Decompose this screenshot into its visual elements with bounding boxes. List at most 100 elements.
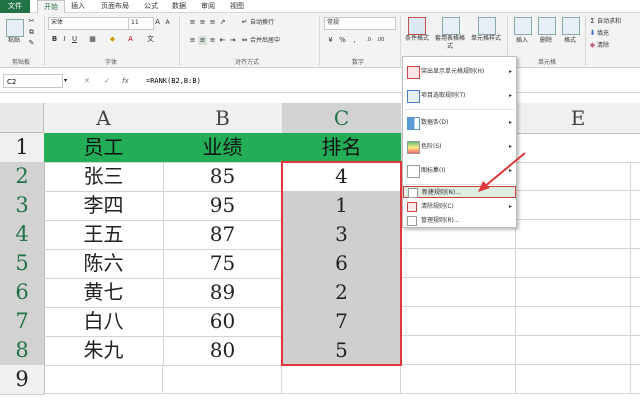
row-header-7[interactable]: 7 — [0, 307, 45, 337]
conditional-format-button[interactable]: 条件格式 — [402, 35, 432, 43]
delete-cells-button[interactable]: 删除 — [534, 37, 558, 45]
insert-cells-icon[interactable] — [514, 17, 532, 35]
table-format-icon[interactable] — [442, 17, 460, 35]
row-header-4[interactable]: 4 — [0, 220, 45, 250]
align-right-icon[interactable]: ≡ — [208, 36, 217, 45]
format-cells-icon[interactable] — [562, 17, 580, 35]
menu-item-data-bars[interactable]: 数据条(D) ▸ — [403, 112, 516, 134]
table-format-button[interactable]: 套用表格格式 — [434, 35, 466, 51]
cell-c1[interactable]: 排名 — [282, 133, 402, 163]
cell-b8[interactable]: 80 — [163, 336, 283, 366]
cell-a5[interactable]: 陈六 — [44, 249, 164, 279]
fill-color-icon[interactable]: ◆ — [108, 35, 117, 44]
paste-icon[interactable] — [6, 19, 24, 37]
decrease-font-icon[interactable]: A — [163, 18, 172, 27]
cell-e1[interactable] — [516, 133, 640, 163]
accounting-format-icon[interactable]: ¥ — [326, 36, 335, 45]
cell-b7[interactable]: 60 — [163, 307, 283, 337]
decrease-decimal-icon[interactable]: .00 — [376, 36, 385, 45]
cell-a8[interactable]: 朱九 — [44, 336, 164, 366]
cell-style-button[interactable]: 单元格样式 — [468, 35, 504, 43]
select-all-corner[interactable] — [0, 103, 44, 133]
enter-icon[interactable]: ✓ — [104, 74, 110, 88]
fill-icon[interactable]: ⬇ — [588, 29, 597, 38]
percent-icon[interactable]: % — [338, 36, 347, 45]
underline-icon[interactable]: U — [70, 35, 79, 44]
decrease-indent-icon[interactable]: ⇤ — [218, 36, 227, 45]
align-middle-icon[interactable]: ≡ — [198, 18, 207, 27]
orientation-icon[interactable]: ↗ — [218, 18, 227, 27]
cell-a2[interactable]: 张三 — [44, 162, 164, 192]
number-format-select[interactable]: 常规 — [324, 17, 396, 30]
cell-b5[interactable]: 75 — [163, 249, 283, 279]
cell-b1[interactable]: 业绩 — [163, 133, 283, 163]
font-name-select[interactable]: 宋体 — [48, 17, 130, 30]
cancel-icon[interactable]: ✕ — [84, 74, 90, 88]
format-cells-button[interactable]: 格式 — [558, 37, 582, 45]
align-bottom-icon[interactable]: ≡ — [208, 18, 217, 27]
clear-button[interactable]: 清除 — [597, 42, 637, 50]
row-header-1[interactable]: 1 — [0, 133, 45, 163]
col-header-e[interactable]: E — [516, 103, 640, 134]
col-header-a[interactable]: A — [44, 103, 164, 134]
tab-data[interactable]: 数据 — [167, 0, 191, 13]
cell-a1[interactable]: 员工 — [44, 133, 164, 163]
menu-item-manage-rules[interactable]: 管理规则(R)... — [403, 214, 516, 227]
bold-icon[interactable]: B — [50, 35, 59, 44]
cell-b3[interactable]: 95 — [163, 191, 283, 221]
empty-row-9[interactable] — [44, 365, 401, 394]
font-color-icon[interactable]: A — [126, 35, 135, 44]
formula-input[interactable]: =RANK(B2,B:B) — [146, 74, 201, 88]
tab-file[interactable]: 文件 — [0, 0, 30, 13]
tab-page-layout[interactable]: 页面布局 — [94, 0, 136, 13]
name-box[interactable]: C2 — [3, 74, 63, 88]
align-top-icon[interactable]: ≡ — [188, 18, 197, 27]
menu-item-clear-rules[interactable]: 清除规则(C) ▸ — [403, 200, 516, 213]
autosum-button[interactable]: 自动求和 — [597, 18, 639, 26]
cell-a3[interactable]: 李四 — [44, 191, 164, 221]
clear-icon[interactable]: ◆ — [588, 41, 597, 50]
increase-font-icon[interactable]: A — [153, 18, 162, 27]
tab-home[interactable]: 开始 — [37, 0, 65, 14]
wrap-text-button[interactable]: 自动换行 — [250, 19, 290, 27]
increase-decimal-icon[interactable]: .0 — [364, 36, 373, 45]
increase-indent-icon[interactable]: ⇥ — [228, 36, 237, 45]
cell-b6[interactable]: 89 — [163, 278, 283, 308]
delete-cells-icon[interactable] — [538, 17, 556, 35]
menu-item-highlight-rules[interactable]: 突出显示单元格规则(H) ▸ — [403, 61, 516, 83]
row-header-8[interactable]: 8 — [0, 336, 45, 366]
conditional-format-icon[interactable] — [408, 17, 426, 35]
cell-b2[interactable]: 85 — [163, 162, 283, 192]
phonetic-icon[interactable]: 文 — [146, 35, 155, 44]
cell-b4[interactable]: 87 — [163, 220, 283, 250]
fill-button[interactable]: 填充 — [597, 30, 637, 38]
col-header-c[interactable]: C — [282, 103, 402, 134]
insert-function-icon[interactable]: fx — [122, 74, 129, 88]
row-header-5[interactable]: 5 — [0, 249, 45, 279]
tab-formulas[interactable]: 公式 — [139, 0, 163, 13]
tab-view[interactable]: 视图 — [225, 0, 249, 13]
font-size-select[interactable]: 11 — [128, 17, 154, 30]
align-center-icon[interactable]: ≡ — [198, 36, 207, 45]
menu-item-top-bottom-rules[interactable]: 项目选取规则(T) ▸ — [403, 85, 516, 107]
italic-icon[interactable]: I — [60, 35, 69, 44]
row-header-3[interactable]: 3 — [0, 191, 45, 221]
cell-a7[interactable]: 白八 — [44, 307, 164, 337]
format-painter-icon[interactable]: ✎ — [27, 39, 36, 48]
wrap-text-icon[interactable]: ↵ — [240, 18, 249, 27]
cell-a6[interactable]: 黄七 — [44, 278, 164, 308]
cell-a4[interactable]: 王五 — [44, 220, 164, 250]
cut-icon[interactable]: ✂ — [27, 17, 36, 26]
row-header-2[interactable]: 2 — [0, 162, 45, 192]
insert-cells-button[interactable]: 插入 — [510, 37, 534, 45]
paste-button[interactable]: 粘贴 — [2, 37, 26, 45]
row-header-6[interactable]: 6 — [0, 278, 45, 308]
align-left-icon[interactable]: ≡ — [188, 36, 197, 45]
merge-center-icon[interactable]: ⇔ — [240, 36, 249, 45]
tab-review[interactable]: 审阅 — [196, 0, 220, 13]
autosum-icon[interactable]: Σ — [588, 17, 597, 26]
cell-style-icon[interactable] — [478, 17, 496, 35]
row-header-9[interactable]: 9 — [0, 365, 45, 395]
merge-center-button[interactable]: 合并后居中 — [250, 37, 298, 45]
comma-style-icon[interactable]: , — [350, 36, 359, 45]
